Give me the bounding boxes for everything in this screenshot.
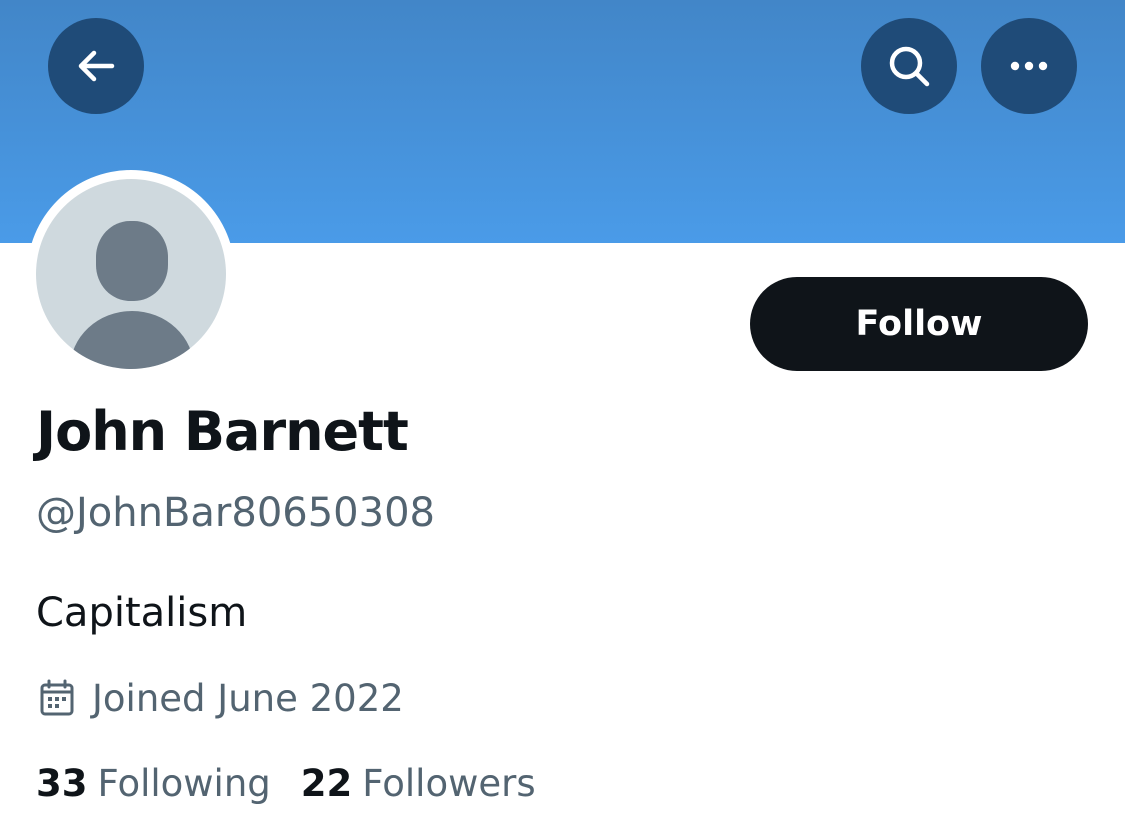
display-name: John Barnett (36, 400, 409, 463)
followers-link[interactable]: 22 Followers (301, 762, 536, 805)
follow-button[interactable]: Follow (750, 277, 1088, 371)
back-button[interactable] (48, 18, 144, 114)
arrow-left-icon (78, 50, 115, 82)
followers-count: 22 (300, 761, 353, 805)
profile-page: Follow John Barnett @JohnBar80650308 Cap… (0, 0, 1125, 825)
following-link[interactable]: 33 Following (36, 762, 271, 805)
default-avatar-icon (70, 221, 194, 369)
search-button[interactable] (861, 18, 957, 114)
avatar[interactable] (36, 179, 226, 369)
more-horizontal-icon (1010, 61, 1048, 71)
following-count: 33 (36, 761, 88, 805)
joined-date: Joined June 2022 (38, 673, 404, 723)
calendar-icon (40, 679, 74, 716)
joined-date-text: Joined June 2022 (92, 676, 404, 720)
search-icon (889, 46, 930, 87)
following-label: Following (97, 761, 271, 805)
more-options-button[interactable] (981, 18, 1077, 114)
follow-stats: 33 Following 22 Followers (36, 758, 566, 808)
profile-bio: Capitalism (36, 590, 248, 636)
followers-label: Followers (362, 761, 536, 805)
user-handle: @JohnBar80650308 (36, 490, 435, 536)
